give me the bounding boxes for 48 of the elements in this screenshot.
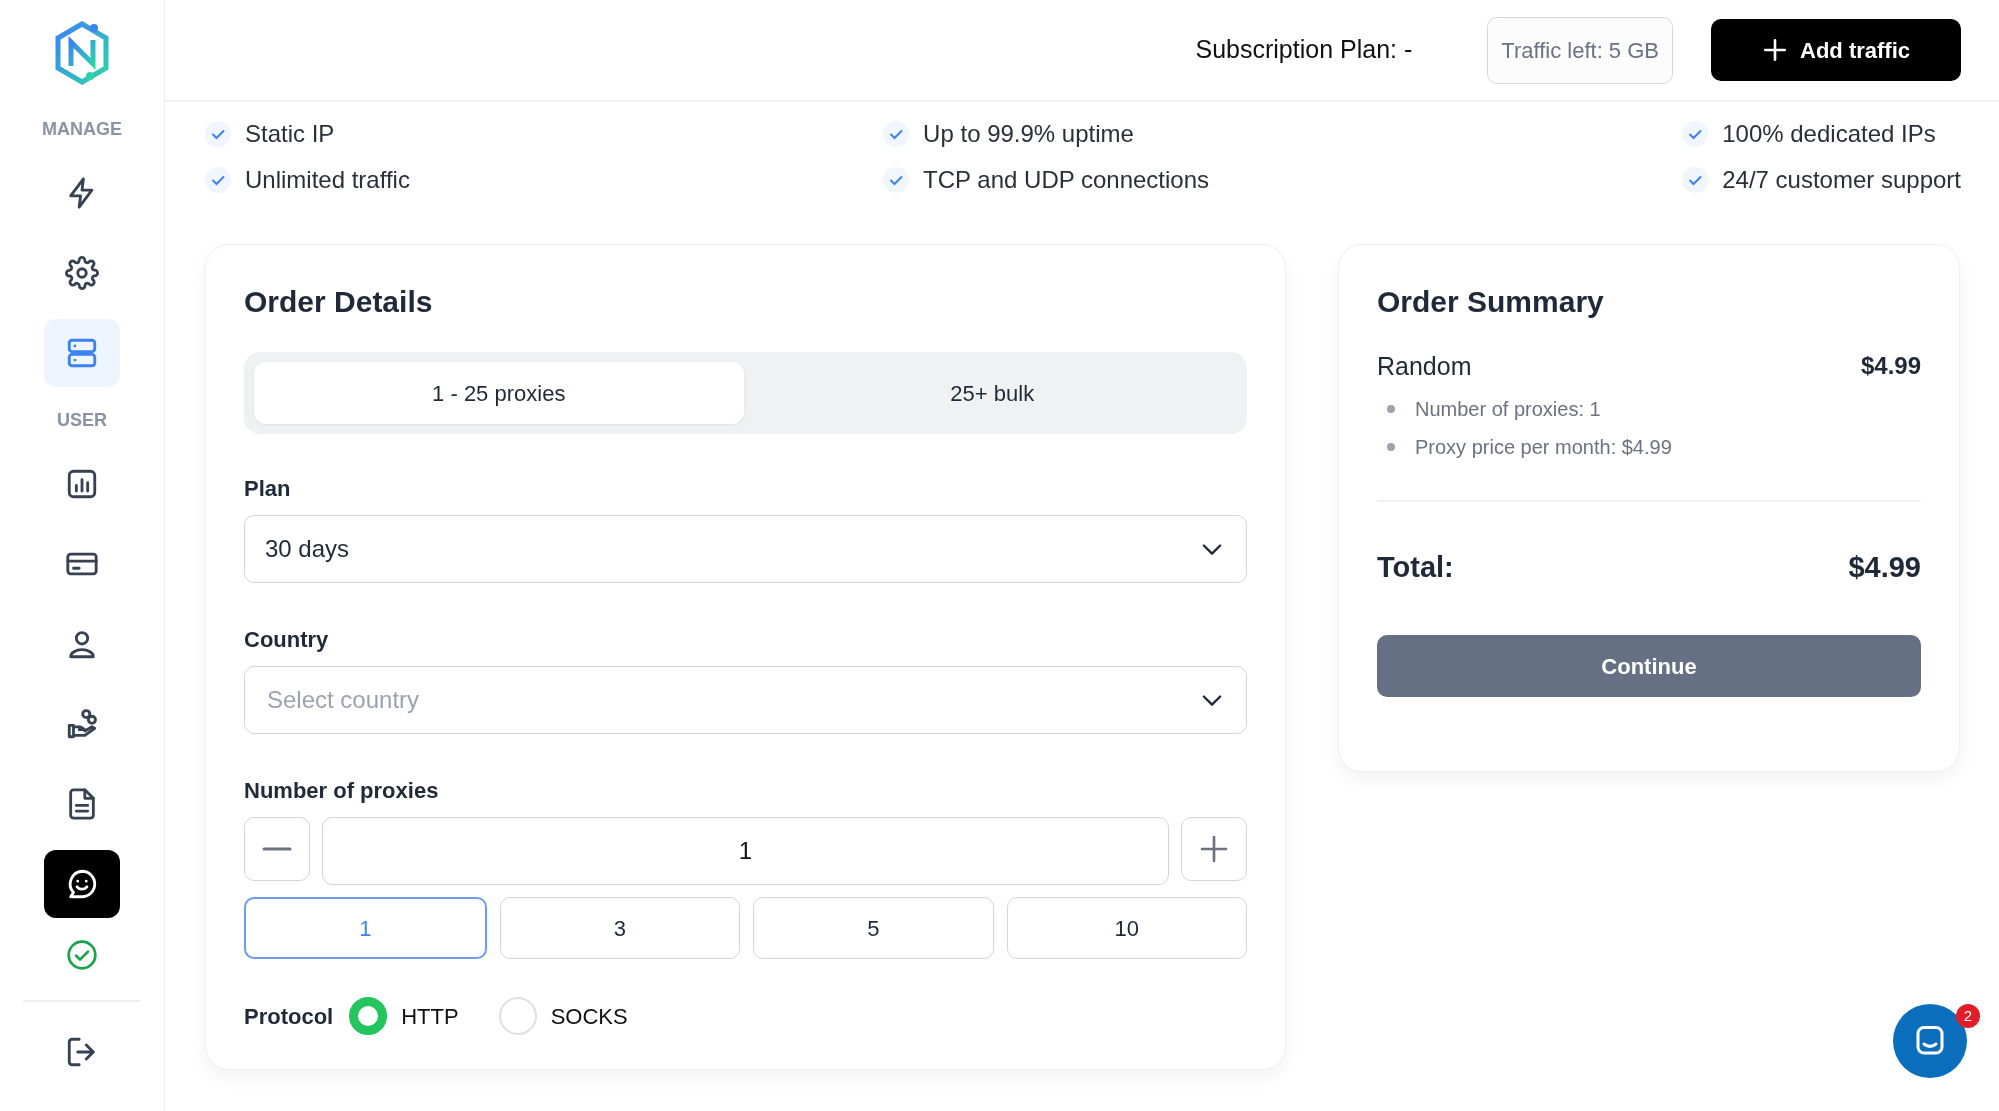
minus-icon	[262, 847, 292, 851]
hand-coins-icon	[65, 707, 99, 741]
item-name: Random	[1377, 351, 1472, 382]
item-detail: Number of proxies: 1	[1415, 396, 1601, 422]
field-label: Plan	[244, 475, 292, 503]
continue-button[interactable]: Continue	[1377, 635, 1921, 697]
feature-text: Unlimited traffic	[245, 165, 410, 195]
bullet-icon	[1387, 442, 1395, 451]
total-label: Total:	[1377, 549, 1454, 585]
item-detail: Proxy price per month: $4.99	[1415, 434, 1672, 460]
increment-button[interactable]	[1181, 817, 1247, 881]
sidebar-item[interactable]	[44, 850, 120, 918]
check-circle-icon	[66, 939, 98, 971]
logo-icon	[54, 20, 110, 86]
plan-dropdown[interactable]: 30 days	[244, 515, 1247, 583]
subscription-plan-text: Subscription Plan: -	[1195, 34, 1413, 66]
quantity-preset[interactable]: 1	[244, 897, 487, 959]
notification-badge: 2	[1956, 1004, 1980, 1028]
feature-text: 24/7 customer support	[1722, 165, 1961, 195]
add-traffic-button[interactable]: Add traffic	[1711, 19, 1961, 81]
settings-icon	[65, 256, 99, 290]
field-label: Protocol	[244, 1002, 334, 1031]
radio-option[interactable]: HTTP	[349, 997, 459, 1035]
quantity-field[interactable]: 1	[322, 817, 1169, 885]
quantity-preset[interactable]: 10	[1006, 897, 1247, 959]
field-label: Number of proxies	[244, 777, 440, 805]
feature-text: 100% dedicated IPs	[1722, 119, 1936, 149]
item-price: $4.99	[1860, 351, 1921, 381]
chart-icon	[65, 467, 99, 501]
section-label: MANAGE	[42, 118, 122, 141]
feature-text: TCP and UDP connections	[923, 165, 1210, 195]
feature-text: Up to 99.9% uptime	[923, 119, 1134, 149]
tab[interactable]: 1 - 25 proxies	[254, 362, 744, 424]
card-title: Order Summary	[1377, 284, 1605, 320]
section-label: USER	[57, 409, 107, 432]
card-title: Order Details	[244, 284, 434, 320]
quantity-preset[interactable]: 3	[499, 897, 740, 959]
radio-option[interactable]: SOCKS	[498, 997, 628, 1035]
quantity-preset[interactable]: 5	[753, 897, 994, 959]
feature-text: Static IP	[245, 119, 335, 149]
server-icon	[65, 336, 99, 370]
plus-icon	[1198, 833, 1230, 865]
total-value: $4.99	[1848, 549, 1921, 585]
field-label: Country	[244, 626, 330, 654]
bullet-icon	[1387, 404, 1395, 413]
traffic-left-indicator: Traffic left: 5 GB	[1487, 16, 1673, 84]
plus-icon	[1762, 37, 1788, 63]
tab[interactable]: 25+ bulk	[747, 362, 1237, 424]
